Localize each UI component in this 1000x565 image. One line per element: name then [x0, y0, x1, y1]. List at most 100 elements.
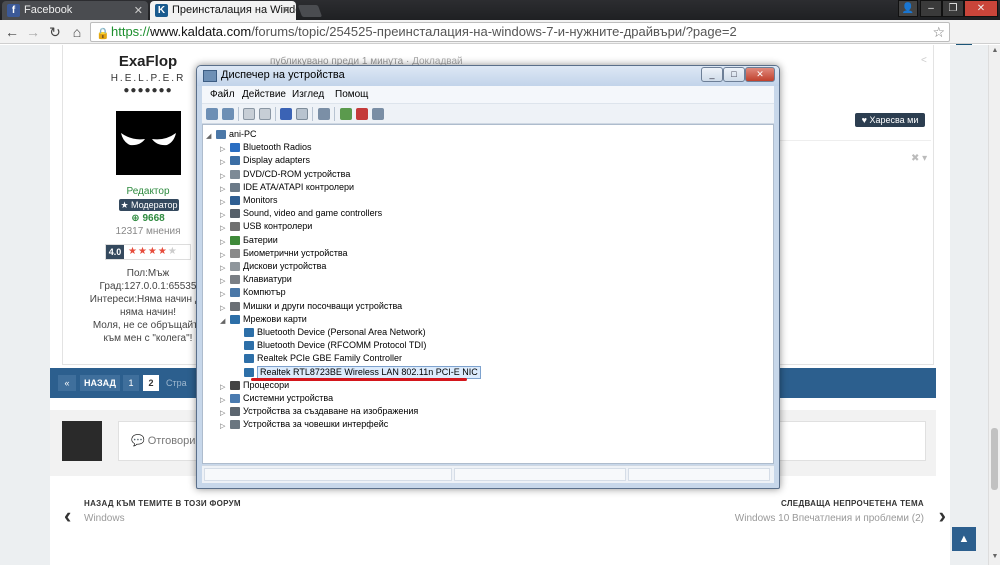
- expand-icon[interactable]: ▷: [220, 275, 228, 288]
- update-driver-icon[interactable]: [340, 108, 352, 120]
- next-unread-link[interactable]: › СЛЕДВАЩА НЕПРОЧЕТЕНА ТЕМА Windows 10 В…: [734, 499, 946, 528]
- usb-icon: [230, 222, 240, 232]
- expand-icon[interactable]: ▷: [220, 407, 228, 420]
- menu-help[interactable]: Помощ: [335, 89, 368, 100]
- uninstall-icon[interactable]: [356, 108, 368, 120]
- maximize-button[interactable]: □: [723, 67, 745, 82]
- toolbar-separator: [275, 107, 276, 121]
- collapse-icon[interactable]: ◢: [220, 315, 228, 328]
- prev-page-button[interactable]: НАЗАД: [80, 375, 120, 391]
- back-icon[interactable]: [206, 108, 218, 120]
- back-icon[interactable]: ←: [3, 23, 21, 41]
- chevron-right-icon: ›: [938, 503, 946, 528]
- expand-icon[interactable]: ▷: [220, 222, 228, 235]
- expand-icon[interactable]: ▷: [220, 262, 228, 275]
- expand-icon[interactable]: ▷: [220, 236, 228, 249]
- window-titlebar[interactable]: Диспечер на устройства _ □ ✕: [197, 66, 779, 86]
- first-page-button[interactable]: «: [58, 375, 76, 391]
- close-button[interactable]: ✕: [745, 67, 775, 82]
- help-icon[interactable]: [280, 108, 292, 120]
- tab-kaldata[interactable]: K Преинсталация на Windo ✕: [150, 1, 296, 20]
- reload-icon[interactable]: ↻: [46, 23, 64, 41]
- biometric-icon: [230, 248, 240, 258]
- user-interests: Интереси:Няма начин да няма начин!: [89, 294, 207, 318]
- menu-action[interactable]: Действие: [242, 89, 286, 100]
- expand-icon[interactable]: ▷: [220, 170, 228, 183]
- expand-icon[interactable]: ▷: [220, 209, 228, 222]
- tree-node-label: Дискови устройства: [243, 261, 327, 271]
- close-tab-icon[interactable]: ✕: [134, 4, 143, 17]
- next-subtitle: Windows 10 Впечатления и проблеми (2): [734, 513, 924, 524]
- address-bar[interactable]: 🔒 https://www.kaldata.com/forums/topic/2…: [90, 22, 950, 42]
- rating-value: 4.0: [106, 245, 124, 259]
- scroll-up-icon[interactable]: ▲: [989, 47, 1000, 54]
- user-motto: Моля, не се обръщайте към мен с "колега"…: [92, 320, 204, 344]
- status-bar: [202, 465, 774, 483]
- tree-node-label: Мрежови карти: [243, 313, 307, 324]
- battery-icon: [230, 235, 240, 245]
- page-2-button[interactable]: 2: [143, 375, 159, 391]
- toolbar-separator: [238, 107, 239, 121]
- device-tree: ◢ ani-PC ▷ Bluetooth Radios ▷ Display adapter…: [202, 124, 774, 464]
- back-title: НАЗАД КЪМ ТЕМИТЕ В ТОЗИ ФОРУМ: [84, 499, 241, 508]
- network-adapter-icon: [244, 341, 254, 351]
- page-info: Стра: [166, 378, 187, 388]
- tree-node-label: Мишки и други посочващи устройства: [243, 300, 403, 311]
- menu-view[interactable]: Изглед: [292, 89, 324, 100]
- display-icon: [230, 156, 240, 166]
- avatar[interactable]: [116, 111, 181, 175]
- user-icon[interactable]: 👤: [898, 0, 918, 17]
- expand-icon[interactable]: ▷: [220, 394, 228, 407]
- expand-icon[interactable]: ▷: [220, 143, 228, 156]
- browser-navbar: ← → ↻ ⌂ 🔒 https://www.kaldata.com/forums…: [0, 20, 1000, 60]
- details-icon[interactable]: [296, 108, 308, 120]
- scroll-down-icon[interactable]: ▼: [989, 553, 1000, 560]
- expand-icon[interactable]: ▷: [220, 420, 228, 433]
- tree-node-label: Клавиатури: [243, 274, 292, 285]
- expand-icon[interactable]: ▷: [220, 288, 228, 301]
- like-button[interactable]: ♥ Харесва ми: [855, 113, 925, 127]
- window-title: Диспечер на устройства: [221, 69, 345, 81]
- expand-icon[interactable]: ▷: [220, 196, 228, 209]
- tab-facebook[interactable]: f Facebook ✕: [2, 1, 148, 20]
- new-tab-button[interactable]: [297, 5, 323, 17]
- tree-node-label: Bluetooth Device (RFCOMM Protocol TDI): [257, 340, 427, 351]
- toolbar-separator: [334, 107, 335, 121]
- back-to-forum-link[interactable]: ‹ НАЗАД КЪМ ТЕМИТЕ В ТОЗИ ФОРУМ Windows: [64, 499, 241, 528]
- url-host: www.kaldata.com: [150, 24, 252, 39]
- lock-icon: 🔒: [96, 28, 110, 40]
- hid-icon: [230, 420, 240, 430]
- device-manager-icon: [203, 70, 217, 82]
- menu-file[interactable]: Файл: [210, 89, 235, 100]
- collapse-icon[interactable]: ◢: [206, 130, 214, 143]
- back-to-top-button[interactable]: ▲: [952, 527, 976, 551]
- forward-icon[interactable]: →: [24, 23, 42, 41]
- page-scrollbar[interactable]: ▲ ▼: [988, 45, 1000, 565]
- tree-node-label: Display adapters: [243, 155, 311, 166]
- tree-node-label: Системни устройства: [243, 393, 334, 403]
- user-gender: Пол:Мъж: [126, 268, 170, 279]
- close-window-button[interactable]: ✕: [964, 0, 998, 17]
- disable-icon[interactable]: [372, 108, 384, 120]
- expand-icon[interactable]: ▷: [220, 156, 228, 169]
- expand-icon[interactable]: ▷: [220, 183, 228, 196]
- properties-icon[interactable]: [243, 108, 255, 120]
- page-1-button[interactable]: 1: [123, 375, 139, 391]
- scrollbar-thumb[interactable]: [991, 428, 998, 490]
- maximize-button[interactable]: ❐: [942, 0, 964, 17]
- minimize-button[interactable]: –: [920, 0, 942, 17]
- expand-icon[interactable]: ▷: [220, 302, 228, 315]
- forward-icon[interactable]: [222, 108, 234, 120]
- bookmark-star-icon[interactable]: ☆: [932, 23, 945, 41]
- expand-icon[interactable]: ▷: [220, 381, 228, 394]
- post-options-icon[interactable]: ✖ ▾: [911, 153, 927, 164]
- show-hide-icon[interactable]: [259, 108, 271, 120]
- expand-icon[interactable]: ▷: [220, 249, 228, 262]
- minimize-button[interactable]: _: [701, 67, 723, 82]
- share-icon[interactable]: <: [921, 55, 927, 66]
- home-icon[interactable]: ⌂: [68, 23, 86, 41]
- scan-hardware-icon[interactable]: [318, 108, 330, 120]
- close-tab-icon[interactable]: ✕: [282, 4, 291, 17]
- status-cell: [628, 468, 770, 481]
- network-adapter-icon: [244, 328, 254, 337]
